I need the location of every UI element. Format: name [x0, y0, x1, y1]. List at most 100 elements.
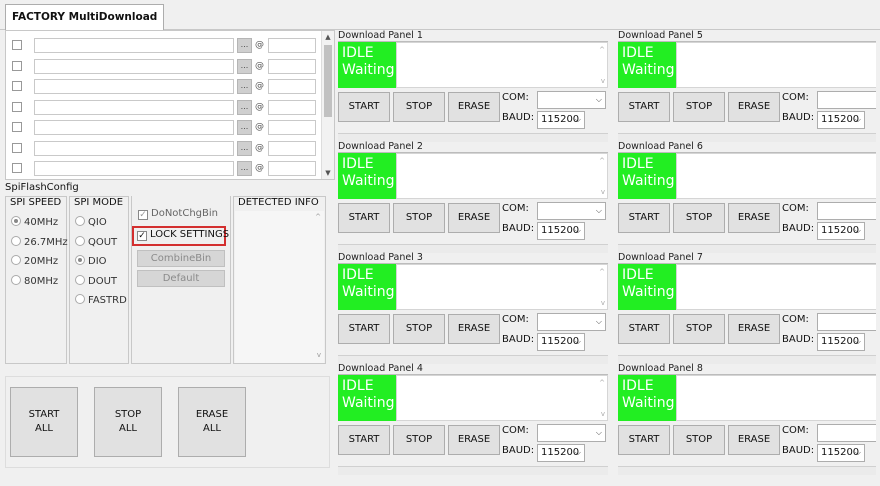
scroll-down-icon[interactable]: ▼ — [322, 167, 334, 179]
address-input[interactable] — [268, 79, 316, 94]
erase-all-button[interactable]: ERASE ALL — [178, 387, 246, 457]
scroll-thumb[interactable] — [324, 45, 332, 117]
panel-start-button[interactable]: START — [338, 92, 390, 122]
tab-factory-multidownload[interactable]: FACTORY MultiDownload — [5, 4, 165, 30]
scroll-down-icon[interactable]: v — [601, 188, 605, 196]
scroll-down-icon[interactable]: v — [317, 351, 321, 359]
panel-erase-button[interactable]: ERASE — [448, 92, 500, 122]
com-select[interactable]: ⌵ — [537, 424, 606, 442]
browse-button[interactable]: ... — [237, 38, 252, 53]
spi-mode-radio[interactable]: DIO — [75, 255, 107, 269]
file-enable-checkbox[interactable] — [12, 163, 22, 173]
file-path-input[interactable] — [34, 161, 234, 176]
address-input[interactable] — [268, 161, 316, 176]
file-enable-checkbox[interactable] — [12, 101, 22, 112]
panel-stop-button[interactable]: STOP — [673, 425, 725, 455]
lock-settings-checkbox[interactable]: ✓ LOCK SETTINGS — [137, 229, 229, 243]
file-enable-checkbox[interactable] — [12, 40, 22, 50]
file-enable-checkbox[interactable] — [12, 81, 22, 91]
spi-mode-radio[interactable]: FASTRD — [75, 294, 127, 308]
file-path-input[interactable] — [34, 120, 234, 135]
file-enable-checkbox[interactable] — [12, 122, 22, 132]
baud-select[interactable]: 115200 ⌵ — [537, 222, 585, 240]
panel-log[interactable]: ^v — [676, 42, 880, 88]
browse-button[interactable]: ... — [237, 99, 252, 115]
file-path-input[interactable] — [34, 79, 234, 94]
baud-select[interactable]: 115200 ⌵ — [537, 111, 585, 129]
spi-speed-radio[interactable]: 26.7MHz — [11, 235, 68, 250]
browse-button[interactable]: ... — [237, 58, 252, 74]
default-button[interactable]: Default — [137, 270, 225, 287]
panel-stop-button[interactable]: STOP — [393, 314, 445, 344]
address-input[interactable] — [268, 120, 316, 135]
spi-speed-radio[interactable]: 20MHz — [11, 255, 58, 269]
panel-stop-button[interactable]: STOP — [393, 203, 445, 233]
panel-start-button[interactable]: START — [338, 425, 390, 455]
scroll-up-icon[interactable]: ^ — [599, 379, 605, 387]
file-path-input[interactable] — [34, 140, 234, 156]
panel-log[interactable]: ^v — [676, 264, 880, 310]
panel-log[interactable]: ^v — [396, 42, 608, 88]
file-list-scrollbar[interactable]: ▲ ▼ — [321, 31, 334, 179]
file-enable-checkbox[interactable] — [12, 60, 22, 71]
com-select[interactable]: ⌵ — [537, 202, 606, 220]
com-select[interactable]: ⌵ — [817, 313, 880, 331]
scroll-down-icon[interactable]: v — [601, 77, 605, 85]
panel-start-button[interactable]: START — [338, 314, 390, 344]
panel-erase-button[interactable]: ERASE — [728, 425, 780, 455]
browse-button[interactable]: ... — [237, 161, 252, 176]
baud-select[interactable]: 115200 ⌵ — [537, 333, 585, 351]
panel-stop-button[interactable]: STOP — [393, 425, 445, 455]
file-enable-checkbox[interactable] — [12, 142, 22, 153]
spi-mode-radio[interactable]: QOUT — [75, 235, 117, 250]
com-select[interactable]: ⌵ — [817, 424, 880, 442]
spi-mode-radio[interactable]: DOUT — [75, 274, 117, 289]
scroll-up-icon[interactable]: ^ — [599, 157, 605, 165]
scroll-down-icon[interactable]: v — [601, 299, 605, 307]
com-select[interactable]: ⌵ — [537, 313, 606, 331]
do-not-chg-bin-checkbox[interactable]: ✓ DoNotChgBin — [138, 208, 218, 222]
baud-select[interactable]: 115200 ⌵ — [817, 333, 865, 351]
panel-start-button[interactable]: START — [618, 92, 670, 122]
panel-erase-button[interactable]: ERASE — [728, 92, 780, 122]
panel-stop-button[interactable]: STOP — [393, 92, 445, 122]
browse-button[interactable]: ... — [237, 79, 252, 94]
spi-mode-radio[interactable]: QIO — [75, 216, 107, 230]
panel-erase-button[interactable]: ERASE — [448, 314, 500, 344]
combine-bin-button[interactable]: CombineBin — [137, 250, 225, 267]
baud-select[interactable]: 115200 ⌵ — [817, 111, 865, 129]
panel-log[interactable]: ^v — [676, 375, 880, 421]
panel-stop-button[interactable]: STOP — [673, 314, 725, 344]
panel-stop-button[interactable]: STOP — [673, 203, 725, 233]
com-select[interactable]: ⌵ — [817, 91, 880, 109]
com-select[interactable]: ⌵ — [537, 91, 606, 109]
panel-log[interactable]: ^v — [396, 375, 608, 421]
panel-log[interactable]: ^v — [396, 153, 608, 199]
baud-select[interactable]: 115200 ⌵ — [817, 444, 865, 462]
baud-select[interactable]: 115200 ⌵ — [817, 222, 865, 240]
file-path-input[interactable] — [34, 99, 234, 115]
panel-erase-button[interactable]: ERASE — [728, 203, 780, 233]
panel-log[interactable]: ^v — [676, 153, 880, 199]
panel-erase-button[interactable]: ERASE — [448, 425, 500, 455]
panel-start-button[interactable]: START — [618, 314, 670, 344]
scroll-down-icon[interactable]: v — [601, 410, 605, 418]
file-path-input[interactable] — [34, 58, 234, 74]
scroll-up-icon[interactable]: ^ — [599, 268, 605, 276]
spi-speed-radio[interactable]: 80MHz — [11, 274, 58, 289]
scroll-up-icon[interactable]: ▲ — [322, 31, 334, 43]
panel-start-button[interactable]: START — [618, 425, 670, 455]
start-all-button[interactable]: START ALL — [10, 387, 78, 457]
baud-select[interactable]: 115200 ⌵ — [537, 444, 585, 462]
file-path-input[interactable] — [34, 38, 234, 53]
address-input[interactable] — [268, 140, 316, 156]
panel-erase-button[interactable]: ERASE — [728, 314, 780, 344]
panel-log[interactable]: ^v — [396, 264, 608, 310]
browse-button[interactable]: ... — [237, 140, 252, 156]
panel-start-button[interactable]: START — [338, 203, 390, 233]
address-input[interactable] — [268, 99, 316, 115]
stop-all-button[interactable]: STOP ALL — [94, 387, 162, 457]
address-input[interactable] — [268, 38, 316, 53]
scroll-up-icon[interactable]: ^ — [599, 46, 605, 54]
address-input[interactable] — [268, 58, 316, 74]
